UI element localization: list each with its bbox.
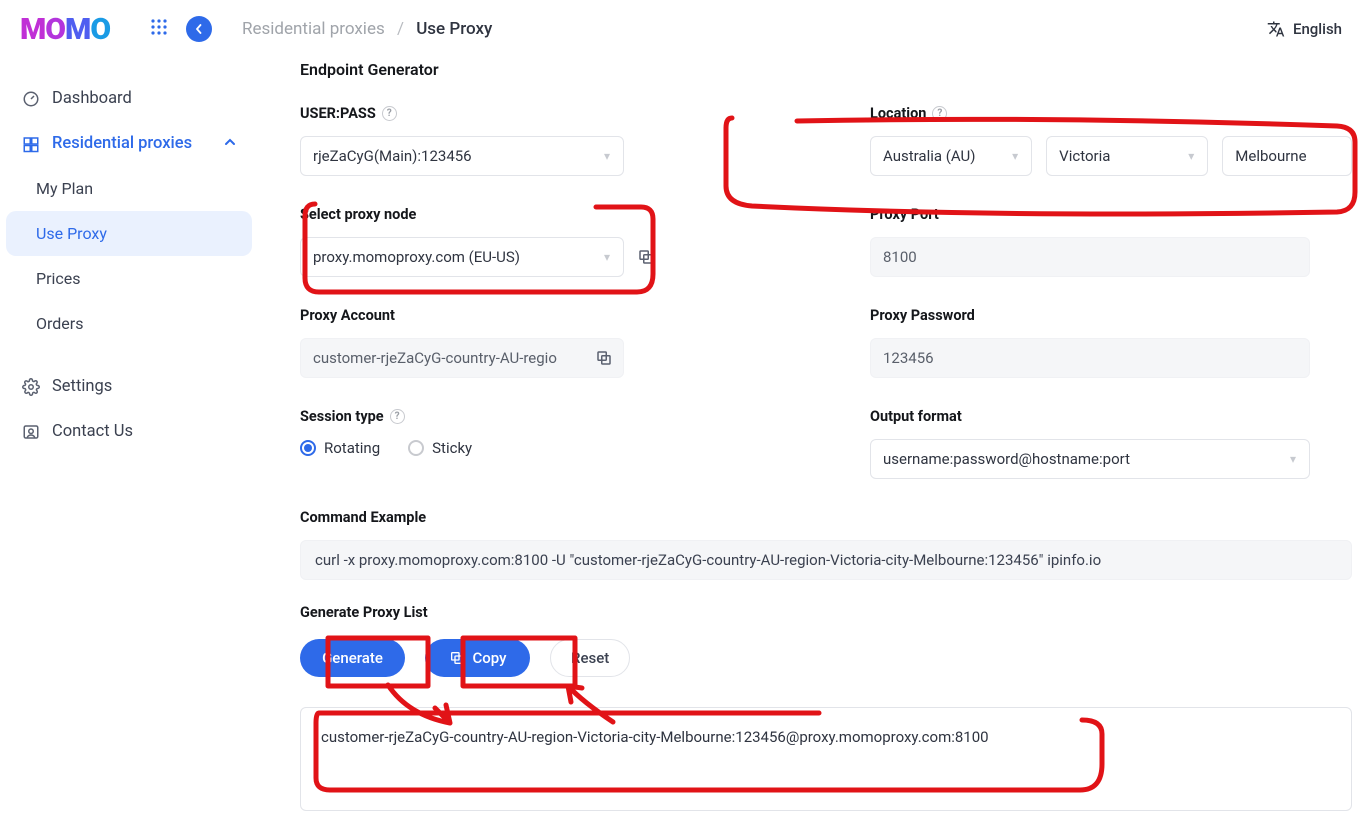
gauge-icon (22, 90, 40, 108)
main-content: Endpoint Generator USER:PASS? ▾ Select p… (258, 58, 1352, 826)
collapse-sidebar-button[interactable] (186, 16, 212, 42)
copy-list-button[interactable]: Copy (425, 639, 530, 677)
user-pass-select[interactable] (300, 136, 624, 176)
sidebar-item-dashboard[interactable]: Dashboard (6, 76, 252, 121)
sidebar-item-label: Prices (36, 269, 81, 288)
sidebar-item-orders[interactable]: Orders (6, 301, 252, 346)
sidebar-item-contact[interactable]: Contact Us (6, 409, 252, 454)
proxy-node-select[interactable] (300, 237, 624, 277)
app-logo[interactable]: MOMO (20, 12, 110, 47)
section-title: Endpoint Generator (300, 60, 1352, 79)
copy-node-button[interactable] (636, 247, 656, 267)
gear-icon (22, 378, 40, 396)
user-pass-label: USER:PASS? (300, 105, 782, 122)
help-icon[interactable]: ? (932, 106, 947, 121)
sidebar-item-residential[interactable]: Residential proxies (6, 121, 252, 166)
session-label: Session type? (300, 408, 782, 425)
breadcrumb: Residential proxies / Use Proxy (242, 19, 492, 39)
translate-icon (1267, 20, 1285, 38)
radio-unchecked-icon (408, 440, 424, 456)
proxy-list-output[interactable]: customer-rjeZaCyG-country-AU-region-Vict… (300, 707, 1352, 811)
breadcrumb-parent[interactable]: Residential proxies (242, 19, 385, 39)
sidebar-item-my-plan[interactable]: My Plan (6, 166, 252, 211)
sidebar-item-label: Orders (36, 314, 83, 333)
help-icon[interactable]: ? (390, 409, 405, 424)
port-label: Proxy Port (870, 206, 1352, 223)
breadcrumb-separator: / (397, 19, 404, 39)
sidebar-item-settings[interactable]: Settings (6, 364, 252, 409)
proxy-account-field (300, 338, 624, 378)
sidebar: Dashboard Residential proxies My Plan Us… (0, 58, 258, 826)
proxy-password-field (870, 338, 1310, 378)
output-label: Output format (870, 408, 1352, 425)
location-country-select[interactable] (870, 136, 1032, 176)
server-icon (22, 135, 40, 153)
topbar: MOMO Residential proxies / Use Proxy Eng… (0, 0, 1362, 58)
output-format-select[interactable] (870, 439, 1310, 479)
cmd-example-box: curl -x proxy.momoproxy.com:8100 -U "cus… (300, 540, 1352, 580)
location-region-select[interactable] (1046, 136, 1208, 176)
chevron-up-icon (224, 136, 236, 152)
cmd-label: Command Example (300, 509, 1352, 526)
sidebar-item-label: Use Proxy (36, 224, 107, 243)
account-label: Proxy Account (300, 307, 782, 324)
sidebar-item-label: Settings (52, 377, 112, 396)
password-label: Proxy Password (870, 307, 1352, 324)
sidebar-item-label: Dashboard (52, 89, 132, 108)
location-city-select[interactable] (1222, 136, 1352, 176)
breadcrumb-current: Use Proxy (416, 19, 492, 39)
gen-label: Generate Proxy List (300, 604, 1352, 621)
sidebar-item-label: Contact Us (52, 422, 133, 441)
sidebar-item-label: Residential proxies (52, 134, 192, 153)
location-label: Location? (870, 105, 1352, 122)
copy-icon (449, 650, 465, 666)
radio-checked-icon (300, 440, 316, 456)
sidebar-item-label: My Plan (36, 179, 93, 198)
session-sticky-radio[interactable]: Sticky (408, 439, 472, 457)
copy-account-button[interactable] (594, 348, 614, 368)
apps-grid-icon[interactable] (150, 18, 168, 41)
generate-button[interactable]: Generate (300, 639, 405, 677)
sidebar-item-prices[interactable]: Prices (6, 256, 252, 301)
top-utility-icons (150, 16, 212, 42)
reset-button[interactable]: Reset (550, 639, 630, 677)
proxy-port-field (870, 237, 1310, 277)
sidebar-item-use-proxy[interactable]: Use Proxy (6, 211, 252, 256)
node-label: Select proxy node (300, 206, 782, 223)
contact-icon (22, 423, 40, 441)
language-switcher[interactable]: English (1267, 20, 1342, 38)
session-rotating-radio[interactable]: Rotating (300, 439, 380, 457)
help-icon[interactable]: ? (382, 106, 397, 121)
